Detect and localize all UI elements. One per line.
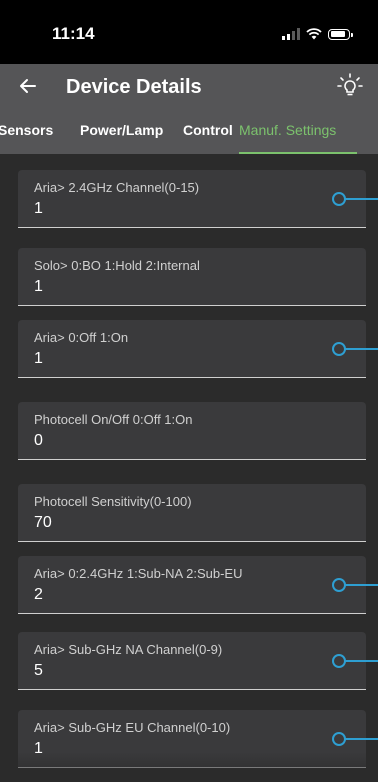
- field-aria-subghz-na-channel[interactable]: Aria> Sub-GHz NA Channel(0-9) 5: [18, 632, 366, 690]
- field-label: Photocell On/Off 0:Off 1:On: [34, 412, 193, 427]
- field-value[interactable]: 1: [34, 278, 43, 296]
- field-label: Aria> 2.4GHz Channel(0-15): [34, 180, 200, 195]
- battery-icon: [328, 28, 353, 40]
- field-label: Photocell Sensitivity(0-100): [34, 494, 192, 509]
- status-icons: [282, 26, 353, 42]
- tab-control[interactable]: Control: [183, 122, 233, 138]
- lightbulb-icon[interactable]: [336, 72, 364, 100]
- wifi-icon: [306, 28, 322, 40]
- settings-list: Aria> 2.4GHz Channel(0-15) 1 Solo> 0:BO …: [0, 154, 378, 782]
- link-connector-icon: [332, 342, 378, 356]
- field-label: Aria> 0:Off 1:On: [34, 330, 129, 345]
- link-connector-icon: [332, 578, 378, 592]
- status-time: 11:14: [52, 24, 95, 43]
- field-value[interactable]: 5: [34, 662, 43, 680]
- field-photocell-on-off[interactable]: Photocell On/Off 0:Off 1:On 0: [18, 402, 366, 460]
- field-aria-24ghz-channel[interactable]: Aria> 2.4GHz Channel(0-15) 1: [18, 170, 366, 228]
- field-solo-mode[interactable]: Solo> 0:BO 1:Hold 2:Internal 1: [18, 248, 366, 306]
- field-aria-on-off[interactable]: Aria> 0:Off 1:On 1: [18, 320, 366, 378]
- link-connector-icon: [332, 654, 378, 668]
- field-label: Aria> Sub-GHz NA Channel(0-9): [34, 642, 223, 657]
- field-value[interactable]: 2: [34, 586, 43, 604]
- field-value[interactable]: 1: [34, 200, 43, 218]
- scroll-fade: [0, 752, 378, 782]
- status-bar: 11:14: [0, 0, 378, 64]
- link-connector-icon: [332, 732, 378, 746]
- cellular-signal-icon: [282, 28, 300, 40]
- field-label: Aria> Sub-GHz EU Channel(0-10): [34, 720, 231, 735]
- field-photocell-sensitivity[interactable]: Photocell Sensitivity(0-100) 70: [18, 484, 366, 542]
- tab-power-lamp[interactable]: Power/Lamp: [80, 122, 163, 138]
- app-bar: Device Details: [0, 64, 378, 110]
- tab-manuf-settings[interactable]: Manuf. Settings: [239, 122, 336, 138]
- field-value[interactable]: 0: [34, 432, 43, 450]
- link-connector-icon: [332, 192, 378, 206]
- tab-bar: Sensors Power/Lamp Control Manuf. Settin…: [0, 110, 378, 154]
- field-aria-band[interactable]: Aria> 0:2.4GHz 1:Sub-NA 2:Sub-EU 2: [18, 556, 366, 614]
- field-value[interactable]: 1: [34, 350, 43, 368]
- tab-sensors[interactable]: Sensors: [0, 122, 53, 138]
- page-title: Device Details: [66, 76, 202, 98]
- arrow-left-icon[interactable]: [16, 74, 40, 98]
- field-value[interactable]: 70: [34, 514, 52, 532]
- field-label: Aria> 0:2.4GHz 1:Sub-NA 2:Sub-EU: [34, 566, 243, 581]
- field-label: Solo> 0:BO 1:Hold 2:Internal: [34, 258, 200, 273]
